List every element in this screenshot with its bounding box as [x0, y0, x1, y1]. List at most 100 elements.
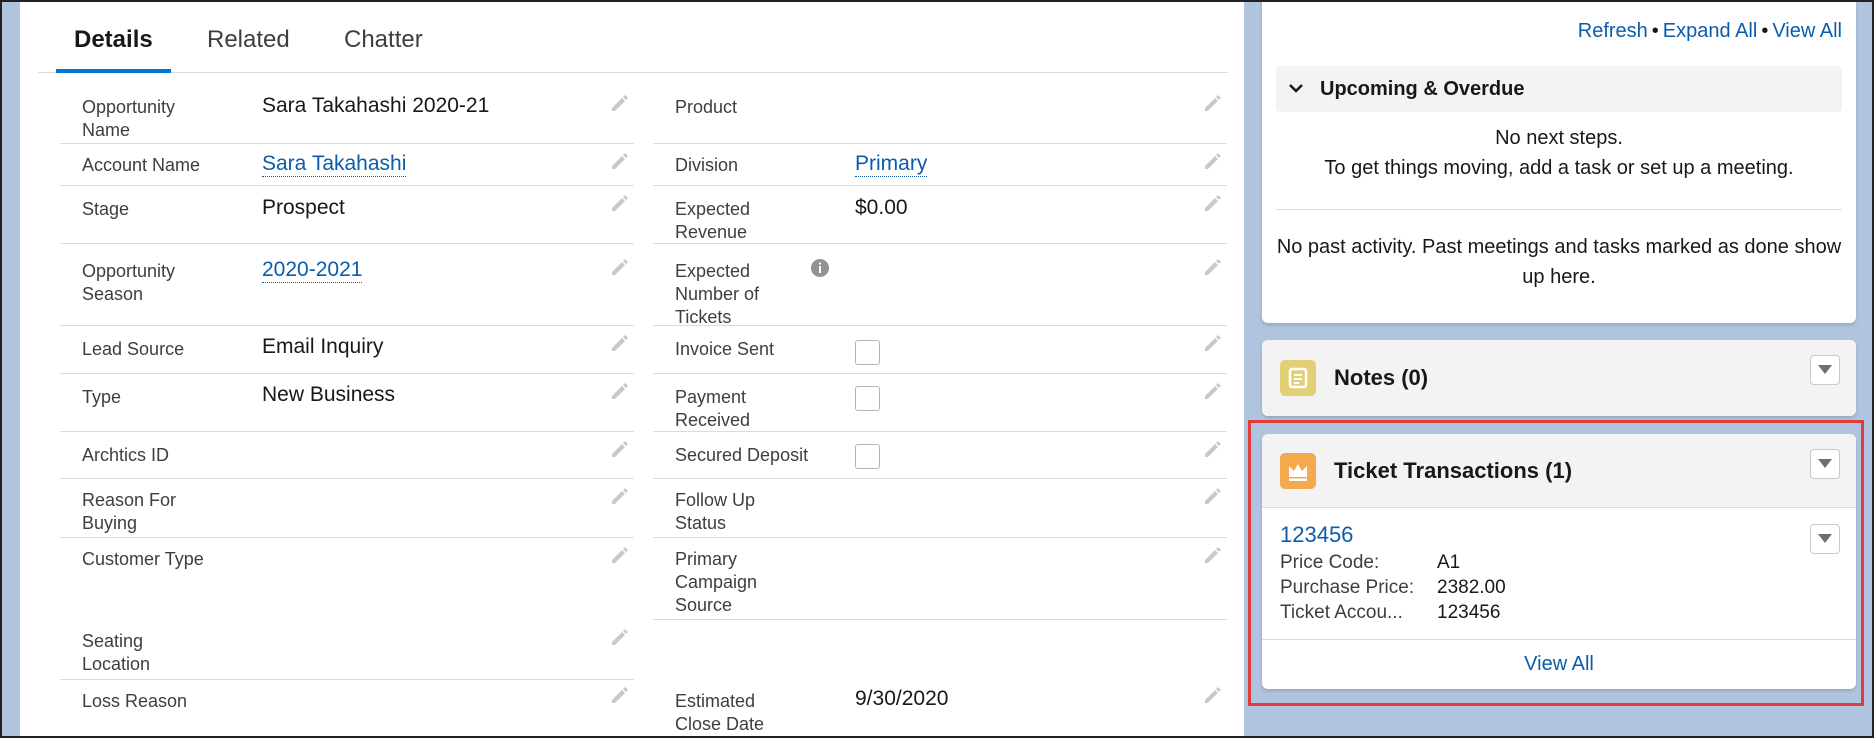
field-label: Division [675, 155, 739, 175]
pencil-icon[interactable] [1201, 258, 1223, 280]
field-label: Reason For Buying [82, 490, 177, 533]
no-next-steps-text: No next steps. [1495, 127, 1623, 149]
field-label: Lead Source [82, 339, 185, 359]
upcoming-overdue-section[interactable]: Upcoming & Overdue [1276, 66, 1842, 112]
field-expected-number-of-tickets: Expected Number of Tickets [653, 244, 1227, 327]
field-label: Product [675, 97, 738, 117]
pencil-icon[interactable] [608, 94, 630, 116]
field-label: Loss Reason [82, 691, 188, 711]
ticket-record-link[interactable]: 123456 [1280, 522, 1353, 548]
field-label: Estimated Close Date [675, 691, 765, 734]
refresh-link[interactable]: Refresh [1578, 20, 1648, 42]
ticket-transactions-title[interactable]: Ticket Transactions (1) [1334, 458, 1572, 484]
pencil-icon[interactable] [608, 334, 630, 356]
field-value: 123456 [1437, 602, 1501, 623]
field-stage: Stage Prospect [60, 186, 634, 244]
pencil-icon[interactable] [1201, 382, 1223, 404]
pencil-icon[interactable] [1201, 194, 1223, 216]
ticket-card-menu-button[interactable] [1810, 449, 1840, 479]
field-value: New Business [262, 383, 396, 406]
field-estimated-close-date: Estimated Close Date 9/30/2020 [653, 680, 1227, 738]
field-label: Type [82, 387, 122, 407]
field-label: Price Code: [1280, 552, 1380, 573]
field-follow-up-status: Follow Up Status [653, 479, 1227, 538]
field-secured-deposit: Secured Deposit [653, 432, 1227, 479]
field-label: Payment Received [675, 387, 751, 430]
activity-card: Refresh • Expand All • View All Upcoming & O… [1262, 0, 1856, 323]
field-expected-revenue: Expected Revenue $0.00 [653, 186, 1227, 244]
view-all-link[interactable]: View All [1772, 20, 1842, 42]
pencil-icon[interactable] [1201, 152, 1223, 174]
pencil-icon[interactable] [608, 152, 630, 174]
divider [1276, 209, 1842, 210]
ticket-transactions-card: Ticket Transactions (1) 123456 Price Cod… [1262, 434, 1856, 689]
notes-card-header: Notes (0) [1262, 340, 1856, 416]
field-type: Type New Business [60, 374, 634, 432]
activity-links: Refresh • Expand All • View All [1578, 20, 1842, 43]
opportunity-season-link[interactable]: 2020-2021 [262, 258, 363, 283]
get-moving-text: To get things moving, add a task or set … [1324, 157, 1794, 179]
field-label: Follow Up Status [675, 490, 756, 533]
field-label: Primary Campaign Source [675, 549, 758, 615]
field-reason-for-buying: Reason For Buying [60, 479, 634, 538]
pencil-icon[interactable] [608, 487, 630, 509]
record-menu-button[interactable] [1810, 524, 1840, 554]
payment-received-checkbox[interactable] [855, 386, 880, 411]
field-label: Stage [82, 199, 130, 219]
field-value: Prospect [262, 196, 345, 219]
field-label: Invoice Sent [675, 339, 775, 359]
pencil-icon[interactable] [1201, 440, 1223, 462]
notes-icon [1280, 360, 1316, 396]
field-value: Sara Takahashi 2020-21 [262, 94, 490, 117]
field-value: $0.00 [855, 196, 908, 219]
account-name-link[interactable]: Sara Takahashi [262, 152, 407, 177]
pencil-icon[interactable] [608, 382, 630, 404]
field-seating-location: Seating Location [60, 620, 634, 680]
pencil-icon[interactable] [608, 258, 630, 280]
tab-bar: Details Related Chatter [38, 0, 1228, 73]
field-value: 9/30/2020 [855, 687, 949, 710]
notes-menu-button[interactable] [1810, 355, 1840, 385]
pencil-icon[interactable] [1201, 94, 1223, 116]
secured-deposit-checkbox[interactable] [855, 444, 880, 469]
crown-icon [1280, 453, 1316, 489]
field-label: Opportunity Season [82, 261, 176, 304]
field-opportunity-name: Opportunity Name Sara Takahashi 2020-21 [60, 80, 634, 144]
field-label: Expected Number of Tickets [675, 261, 760, 327]
invoice-sent-checkbox[interactable] [855, 340, 880, 365]
field-opportunity-season: Opportunity Season 2020-2021 [60, 244, 634, 326]
expand-all-link[interactable]: Expand All [1663, 20, 1758, 42]
pencil-icon[interactable] [608, 546, 630, 568]
field-division: Division Primary [653, 144, 1227, 186]
division-link[interactable]: Primary [855, 152, 928, 177]
field-archtics-id: Archtics ID [60, 432, 634, 479]
pencil-icon[interactable] [1201, 546, 1223, 568]
ticket-card-header: Ticket Transactions (1) [1262, 434, 1856, 508]
field-label: Account Name [82, 155, 201, 175]
view-all-link[interactable]: View All [1262, 639, 1856, 689]
field-label: Purchase Price: [1280, 577, 1415, 598]
notes-title[interactable]: Notes (0) [1334, 365, 1428, 391]
pencil-icon[interactable] [608, 440, 630, 462]
details-panel: Details Related Chatter Opportunity Name… [20, 0, 1244, 738]
upcoming-title: Upcoming & Overdue [1320, 78, 1525, 100]
pencil-icon[interactable] [1201, 334, 1223, 356]
tab-related[interactable]: Related [207, 26, 290, 73]
notes-card: Notes (0) [1262, 340, 1856, 416]
tab-chatter[interactable]: Chatter [344, 26, 423, 73]
field-primary-campaign-source: Primary Campaign Source [653, 538, 1227, 620]
field-label: Expected Revenue [675, 199, 751, 242]
field-label: Seating Location [82, 631, 151, 674]
pencil-icon[interactable] [608, 628, 630, 650]
caret-down-icon [1818, 534, 1832, 543]
pencil-icon[interactable] [1201, 686, 1223, 708]
field-value: Email Inquiry [262, 335, 384, 358]
pencil-icon[interactable] [608, 686, 630, 708]
field-label: Secured Deposit [675, 445, 809, 465]
pencil-icon[interactable] [608, 194, 630, 216]
tab-details[interactable]: Details [56, 26, 171, 73]
pencil-icon[interactable] [1201, 487, 1223, 509]
caret-down-icon [1818, 365, 1832, 374]
info-icon[interactable] [810, 258, 830, 278]
field-account-name: Account Name Sara Takahashi [60, 144, 634, 186]
